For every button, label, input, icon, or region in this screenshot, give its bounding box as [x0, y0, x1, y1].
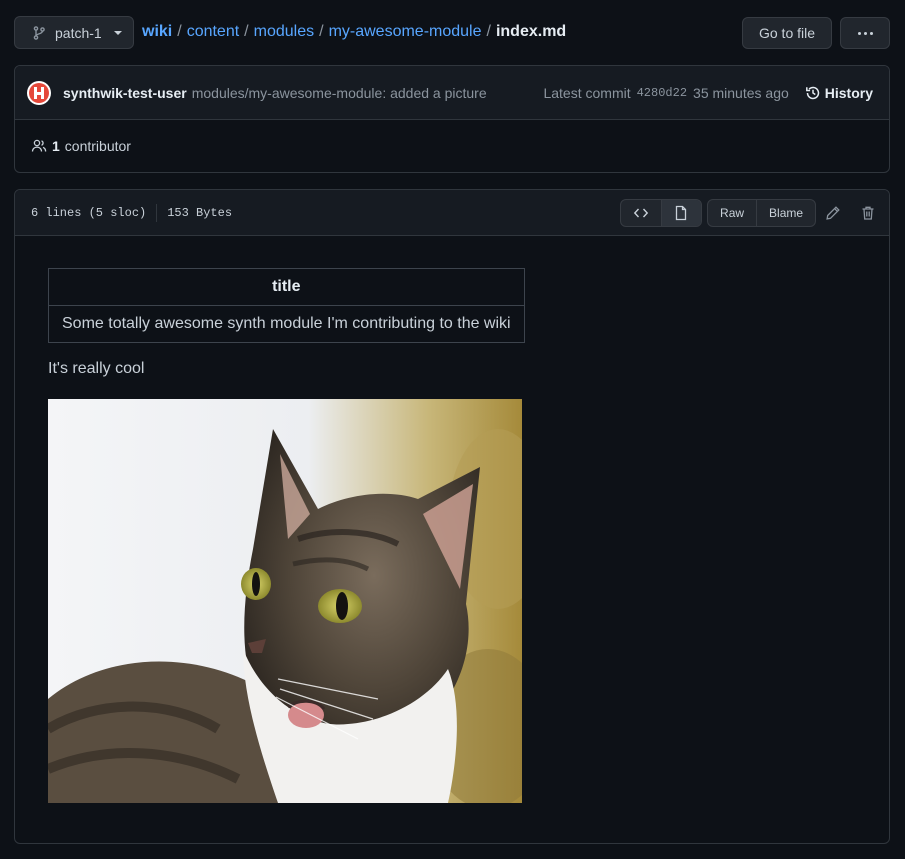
- cat-image: [48, 399, 522, 803]
- breadcrumb-link-wiki[interactable]: wiki: [142, 23, 172, 41]
- contributor-count: 1: [52, 138, 60, 154]
- commit-sha[interactable]: 4280d22: [637, 86, 687, 100]
- delete-file-button[interactable]: [858, 203, 878, 223]
- file-header: 6 lines (5 sloc) 153 Bytes Raw Blame: [15, 190, 889, 236]
- more-options-button[interactable]: [840, 17, 890, 49]
- markdown-body: title Some totally awesome synth module …: [15, 236, 889, 843]
- breadcrumb-link-content[interactable]: content: [187, 23, 239, 41]
- raw-button[interactable]: Raw: [708, 200, 756, 226]
- trash-icon: [862, 206, 874, 220]
- paragraph: It's really cool: [48, 360, 145, 377]
- breadcrumb-separator: /: [486, 23, 491, 40]
- breadcrumb-separator: /: [244, 23, 249, 40]
- branch-name: patch-1: [55, 24, 102, 41]
- contributor-label: contributor: [64, 138, 131, 154]
- table-header: title: [48, 268, 525, 306]
- avatar[interactable]: [27, 80, 51, 105]
- people-icon: [31, 139, 47, 152]
- breadcrumb-current-file: index.md: [495, 23, 567, 40]
- breadcrumb-link-module[interactable]: my-awesome-module: [329, 23, 482, 41]
- breadcrumb-link-modules[interactable]: modules: [254, 23, 314, 41]
- table-cell: Some totally awesome synth module I'm co…: [48, 305, 525, 343]
- view-toggle: [620, 199, 702, 227]
- commit-message[interactable]: modules/my-awesome-module: added a pictu…: [192, 85, 487, 101]
- breadcrumb: wiki / content / modules / my-awesome-mo…: [142, 21, 566, 43]
- display-source-button[interactable]: [621, 200, 661, 226]
- file-viewer: 6 lines (5 sloc) 153 Bytes Raw Blame tit…: [14, 189, 890, 844]
- commit-time: 35 minutes ago: [693, 85, 789, 101]
- breadcrumb-separator: /: [319, 23, 324, 40]
- kebab-horizontal-icon: [857, 31, 873, 35]
- blame-button[interactable]: Blame: [756, 200, 815, 226]
- history-icon: [805, 86, 820, 100]
- history-label: History: [824, 85, 873, 101]
- latest-commit-box: synthwik-test-user modules/my-awesome-mo…: [14, 65, 890, 173]
- edit-file-button[interactable]: [823, 203, 843, 223]
- latest-commit-label: Latest commit: [543, 85, 631, 101]
- display-rendered-button[interactable]: [660, 200, 701, 226]
- file-size: 153 Bytes: [167, 205, 233, 220]
- raw-blame-group: Raw Blame: [707, 199, 816, 227]
- history-link[interactable]: History: [805, 85, 873, 101]
- contributors-row[interactable]: 1 contributor: [15, 120, 889, 172]
- divider: [156, 203, 158, 222]
- file-icon: [676, 205, 687, 221]
- git-branch-icon: [33, 25, 45, 40]
- frontmatter-table: title Some totally awesome synth module …: [48, 268, 525, 343]
- file-line-count: 6 lines (5 sloc): [31, 205, 147, 220]
- code-icon: [633, 208, 649, 218]
- commit-author[interactable]: synthwik-test-user: [63, 85, 187, 101]
- go-to-file-button[interactable]: Go to file: [742, 17, 832, 49]
- branch-select-button[interactable]: patch-1: [14, 16, 134, 49]
- commit-row: synthwik-test-user modules/my-awesome-mo…: [15, 66, 889, 120]
- breadcrumb-separator: /: [177, 23, 182, 40]
- chevron-down-icon: [113, 30, 122, 35]
- pencil-icon: [826, 206, 840, 220]
